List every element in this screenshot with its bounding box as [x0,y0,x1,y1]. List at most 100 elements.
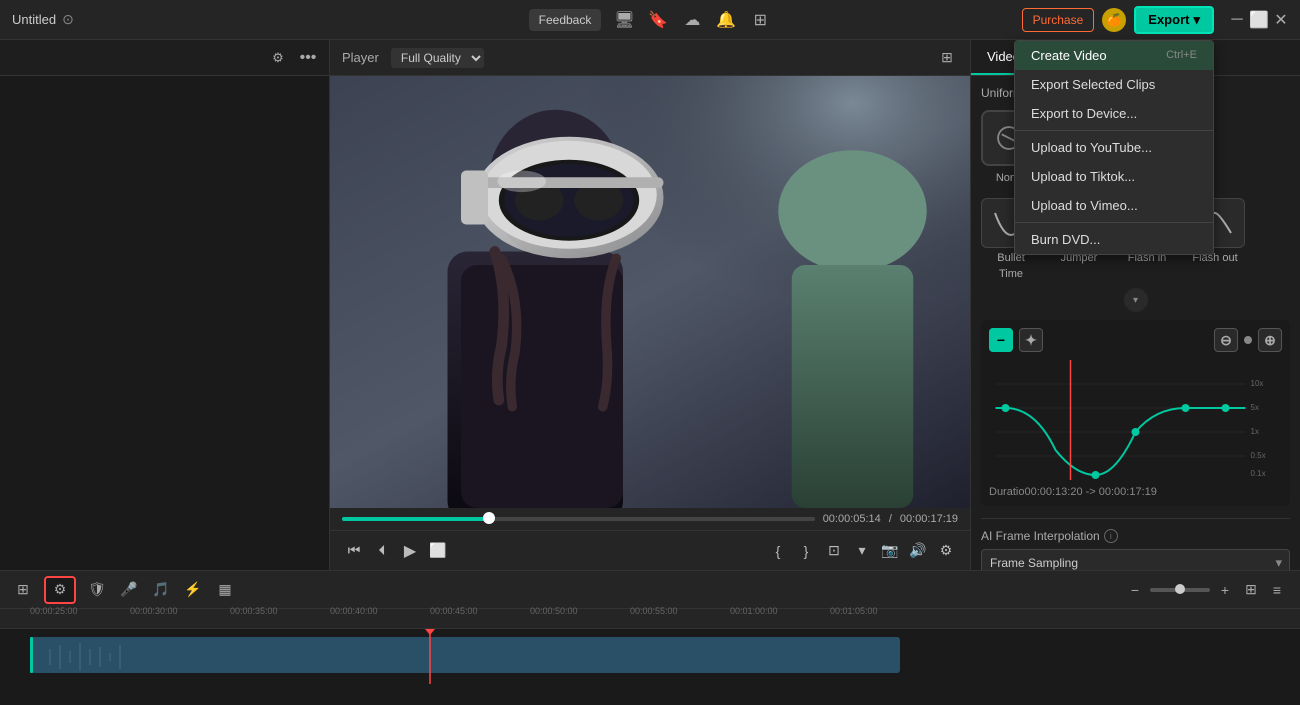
purchase-button[interactable]: Purchase [1022,8,1095,32]
duration-text: Duratio00:00:13:20 -> 00:00:17:19 [989,486,1282,498]
ruler-mark-6: 00:00:50:00 [530,606,578,616]
cloud-icon[interactable]: ☁ [681,9,703,31]
ruler-mark-9: 00:01:05:00 [830,606,878,616]
feedback-button[interactable]: Feedback [529,9,602,31]
export-item-create-video[interactable]: Create Video Ctrl+E [1015,41,1213,70]
export-item-tiktok[interactable]: Upload to Tiktok... [1015,162,1213,191]
export-item-vimeo[interactable]: Upload to Vimeo... [1015,191,1213,220]
timeline-fx-icon[interactable]: ⚡ [182,579,204,601]
top-bar-left: Untitled ⊙ [12,11,437,28]
video-scene-svg [330,76,970,508]
stop-button[interactable]: ⬜ [426,539,450,563]
window-controls: ─ ⬜ ✕ [1230,13,1288,27]
minimize-button[interactable]: ─ [1230,13,1244,27]
grid-icon[interactable]: ⊞ [749,9,771,31]
zoom-in-icon[interactable]: + [1214,579,1236,601]
progress-thumb [483,512,495,524]
svg-text:10x: 10x [1251,379,1264,388]
timeline-tracks [0,629,1300,705]
bookmark-icon[interactable]: 🔖 [647,9,669,31]
timeline-icon-1[interactable]: ⊞ [12,579,34,601]
filter-icon[interactable]: ⚙ [267,47,289,69]
account-icon[interactable]: 🍊 [1102,8,1126,32]
ai-label: AI Frame Interpolation i [981,529,1290,543]
export-button[interactable]: Export ▾ [1134,6,1214,34]
bell-icon[interactable]: 🔔 [715,9,737,31]
ruler-mark-7: 00:00:55:00 [630,606,678,616]
ai-frame-interpolation: AI Frame Interpolation i Frame Sampling … [981,518,1290,570]
zoom-slider[interactable] [1150,588,1210,592]
dropdown-divider-2 [1015,222,1213,223]
current-time: 00:00:05:14 [823,513,881,525]
timeline-caption-icon[interactable]: ▦ [214,579,236,601]
player-area: Player Full Quality 1/2 Quality 1/4 Qual… [330,40,970,570]
ruler-marks-container: 00:00:25:00 00:00:30:00 00:00:35:00 00:0… [0,606,1300,626]
monitor-icon[interactable]: 🖥 [613,9,635,31]
export-item-youtube[interactable]: Upload to YouTube... [1015,133,1213,162]
export-item-selected-clips[interactable]: Export Selected Clips [1015,70,1213,99]
export-item-to-device[interactable]: Export to Device... [1015,99,1213,128]
player-header-right: ⊞ [936,47,958,69]
export-item-burn-dvd[interactable]: Burn DVD... [1015,225,1213,254]
export-dropdown: Create Video Ctrl+E Export Selected Clip… [1014,40,1214,255]
zoom-out-icon[interactable]: − [1124,579,1146,601]
unsaved-icon: ⊙ [62,11,74,28]
svg-text:0.5x: 0.5x [1251,451,1266,460]
export-dropdown-arrow: ▾ [1193,12,1200,28]
video-placeholder [330,76,970,508]
graph-minus-button[interactable]: − [989,328,1013,352]
ruler-mark-8: 00:01:00:00 [730,606,778,616]
speed-curve-svg: 10x 5x 1x 0.5x 0.1x [989,360,1282,480]
graph-dot [1244,336,1252,344]
timeline-shield-icon[interactable]: 🛡 [86,579,108,601]
player-header: Player Full Quality 1/2 Quality 1/4 Qual… [330,40,970,76]
frame-back-button[interactable]: ⏴ [370,539,394,563]
svg-text:5x: 5x [1251,403,1259,412]
expand-animations-button[interactable]: ▾ [1124,288,1148,312]
svg-text:0.1x: 0.1x [1251,469,1266,478]
trim-arrow[interactable]: ▾ [850,539,874,563]
timeline-mic-icon[interactable]: 🎤 [118,579,140,601]
ai-info-icon[interactable]: i [1104,529,1118,543]
timeline-toolbar: ⊞ ⚙ 🛡 🎤 🎵 ⚡ ▦ − + ⊞ ≡ [0,571,1300,609]
app-title: Untitled [12,12,56,27]
sidebar-media-bin [0,76,329,570]
timeline-ruler: 00:00:25:00 00:00:30:00 00:00:35:00 00:0… [0,609,1300,629]
total-time: 00:00:17:19 [900,513,958,525]
mark-out-button[interactable]: } [794,539,818,563]
left-sidebar: ⚙ ••• [0,40,330,570]
graph-zoom-in-button[interactable]: ⊕ [1258,328,1282,352]
top-bar-right: Purchase 🍊 Export ▾ Create Video Ctrl+E … [863,6,1288,34]
more-button[interactable]: ⚙ [934,539,958,563]
dropdown-divider-1 [1015,130,1213,131]
ruler-mark-1: 00:00:25:00 [30,606,78,616]
list-view-icon[interactable]: ≡ [1266,579,1288,601]
mark-in-button[interactable]: { [766,539,790,563]
export-btn-container: Export ▾ Create Video Ctrl+E Export Sele… [1134,6,1214,34]
svg-text:1x: 1x [1251,427,1259,436]
timeline-track-svg [0,629,1300,684]
play-button[interactable]: ▶ [398,539,422,563]
more-options-icon[interactable]: ••• [297,47,319,69]
graph-zoom-out-button[interactable]: ⊖ [1214,328,1238,352]
trim-button[interactable]: ⊡ [822,539,846,563]
snapshot-button[interactable]: 📷 [878,539,902,563]
timeline-music-icon[interactable]: 🎵 [150,579,172,601]
ai-select[interactable]: Frame Sampling Optical Flow [981,549,1290,570]
audio-button[interactable]: 🔊 [906,539,930,563]
video-container [330,76,970,508]
progress-bar[interactable] [342,517,815,521]
grid-view-icon[interactable]: ⊞ [1240,579,1262,601]
ruler-mark-2: 00:00:30:00 [130,606,178,616]
ruler-mark-3: 00:00:35:00 [230,606,278,616]
fullscreen-preview-icon[interactable]: ⊞ [936,47,958,69]
close-button[interactable]: ✕ [1274,13,1288,27]
maximize-button[interactable]: ⬜ [1252,13,1266,27]
timeline-settings-button[interactable]: ⚙ [44,576,76,604]
graph-right-buttons: ⊖ ⊕ [1214,328,1282,352]
graph-snowflake-button[interactable]: ✦ [1019,328,1043,352]
quality-select[interactable]: Full Quality 1/2 Quality 1/4 Quality [391,48,484,68]
timeline-area: ⊞ ⚙ 🛡 🎤 🎵 ⚡ ▦ − + ⊞ ≡ 00:00:25:00 00:00:… [0,570,1300,705]
gear-icon: ⚙ [54,581,67,598]
step-back-button[interactable]: ⏮ [342,539,366,563]
